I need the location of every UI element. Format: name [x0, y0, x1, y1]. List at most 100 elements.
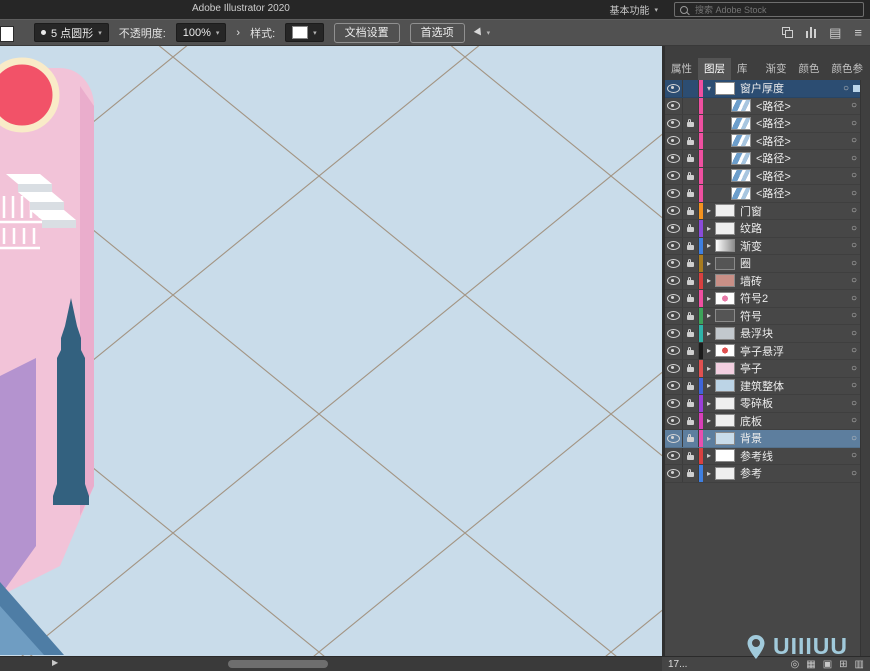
layer-row[interactable]: ▸悬浮块○ [665, 325, 861, 343]
chevron-right-icon[interactable]: ▸ [703, 381, 715, 390]
layer-name[interactable]: 渐变 [740, 238, 847, 254]
layer-row[interactable]: <路径>○ [665, 185, 861, 203]
layer-name[interactable]: <路径> [756, 133, 847, 149]
layer-row[interactable]: ▸ 底板○ [665, 413, 861, 431]
new-layer-icon[interactable]: ⊞ [839, 659, 847, 670]
chevron-right-icon[interactable]: ▸ [703, 259, 715, 268]
chevron-right-icon[interactable]: ▸ [703, 434, 715, 443]
layer-thumbnail[interactable] [731, 169, 751, 182]
layer-name[interactable]: 亭子悬浮 [740, 343, 847, 359]
align-icon[interactable] [806, 27, 816, 38]
layer-thumbnail[interactable] [715, 362, 735, 375]
layer-thumbnail[interactable] [715, 222, 735, 235]
lock-toggle[interactable] [683, 150, 699, 167]
target-circle[interactable]: ○ [847, 293, 861, 304]
document-setup-button[interactable]: 文档设置 [334, 23, 400, 43]
layer-row[interactable]: ▸渐变○ [665, 238, 861, 256]
lock-toggle[interactable] [683, 80, 699, 97]
lock-toggle[interactable] [683, 325, 699, 342]
chevron-right-icon[interactable]: ▸ [703, 276, 715, 285]
lock-toggle[interactable] [683, 133, 699, 150]
lock-toggle[interactable] [683, 238, 699, 255]
play-icon[interactable]: ▶ [52, 658, 58, 667]
lock-toggle[interactable] [683, 378, 699, 395]
tab-属性[interactable]: 属性 [665, 58, 698, 80]
layer-row[interactable]: ▸零碎板○ [665, 395, 861, 413]
chevron-right-icon[interactable]: ▸ [703, 329, 715, 338]
style-swatch-dropdown[interactable]: ▾ [285, 23, 324, 42]
arrange-icon[interactable] [782, 27, 793, 38]
layer-row[interactable]: <路径>○ [665, 150, 861, 168]
target-circle[interactable]: ○ [847, 415, 861, 426]
layer-name[interactable]: <路径> [756, 115, 847, 131]
visibility-toggle[interactable] [665, 465, 683, 482]
lock-toggle[interactable] [683, 273, 699, 290]
lock-toggle[interactable] [683, 430, 699, 447]
layer-name[interactable]: 底板 [740, 413, 847, 429]
layer-row[interactable]: ▸符号○ [665, 308, 861, 326]
target-circle[interactable]: ○ [847, 100, 861, 111]
preferences-button[interactable]: 首选项 [410, 23, 465, 43]
visibility-toggle[interactable] [665, 133, 683, 150]
layer-thumbnail[interactable] [715, 239, 735, 252]
layer-name[interactable]: <路径> [756, 150, 847, 166]
chevron-down-icon[interactable]: ▾ [703, 84, 715, 93]
hamburger-menu-icon[interactable]: ≡ [854, 27, 862, 38]
visibility-toggle[interactable] [665, 430, 683, 447]
chevron-right-icon[interactable]: ▸ [703, 416, 715, 425]
layer-name[interactable]: <路径> [756, 98, 847, 114]
layer-thumbnail[interactable] [715, 379, 735, 392]
layer-thumbnail[interactable] [731, 99, 751, 112]
lock-toggle[interactable] [683, 395, 699, 412]
visibility-toggle[interactable] [665, 80, 683, 97]
visibility-toggle[interactable] [665, 185, 683, 202]
delete-layer-icon[interactable]: ▥ [855, 659, 864, 670]
layer-row[interactable]: ▸纹路○ [665, 220, 861, 238]
visibility-toggle[interactable] [665, 290, 683, 307]
layer-name[interactable]: 参考 [740, 465, 847, 481]
chevron-right-icon[interactable]: ▸ [703, 451, 715, 460]
layer-thumbnail[interactable] [715, 414, 735, 427]
lock-toggle[interactable] [683, 185, 699, 202]
layer-name[interactable]: 符号2 [740, 290, 847, 306]
layer-name[interactable]: 背景 [740, 430, 847, 446]
lock-toggle[interactable] [683, 290, 699, 307]
lock-toggle[interactable] [683, 203, 699, 220]
layer-row[interactable]: ▸亭子悬浮○ [665, 343, 861, 361]
lock-toggle[interactable] [683, 465, 699, 482]
visibility-toggle[interactable] [665, 115, 683, 132]
layer-thumbnail[interactable] [715, 432, 735, 445]
tab-颜色参[interactable]: 颜色参 [826, 58, 870, 80]
layer-thumbnail[interactable] [715, 344, 735, 357]
layer-name[interactable]: 亭子 [740, 360, 847, 376]
layer-row[interactable]: ▸参考线○ [665, 448, 861, 466]
layer-row[interactable]: ▸建筑整体○ [665, 378, 861, 396]
layer-row[interactable]: ▸墙砖○ [665, 273, 861, 291]
layer-name[interactable]: 纹路 [740, 220, 847, 236]
visibility-toggle[interactable] [665, 448, 683, 465]
layer-name[interactable]: 参考线 [740, 448, 847, 464]
layer-thumbnail[interactable] [715, 292, 735, 305]
visibility-toggle[interactable] [665, 325, 683, 342]
layer-name[interactable]: 零碎板 [740, 395, 847, 411]
layer-row[interactable]: ▸圈○ [665, 255, 861, 273]
layer-thumbnail[interactable] [715, 397, 735, 410]
layer-thumbnail[interactable] [731, 152, 751, 165]
chevron-right-icon[interactable]: ▸ [703, 241, 715, 250]
visibility-toggle[interactable] [665, 395, 683, 412]
target-circle[interactable]: ○ [847, 118, 861, 129]
fill-swatch[interactable] [0, 26, 14, 42]
layer-thumbnail[interactable] [715, 449, 735, 462]
chevron-right-icon[interactable]: ▸ [703, 206, 715, 215]
layer-row[interactable]: ▸背景○ [665, 430, 861, 448]
chevron-right-icon[interactable]: ▸ [703, 311, 715, 320]
visibility-toggle[interactable] [665, 98, 683, 115]
target-circle[interactable]: ○ [847, 363, 861, 374]
layer-name[interactable]: 符号 [740, 308, 847, 324]
locate-object-icon[interactable]: ◎ [791, 659, 800, 670]
horizontal-scrollbar-thumb[interactable] [228, 660, 328, 668]
brush-definition-dropdown[interactable]: 5 点圆形 ▾ [34, 23, 109, 42]
chevron-right-icon[interactable]: ▸ [703, 469, 715, 478]
layer-row[interactable]: <路径>○ [665, 98, 861, 116]
visibility-toggle[interactable] [665, 378, 683, 395]
